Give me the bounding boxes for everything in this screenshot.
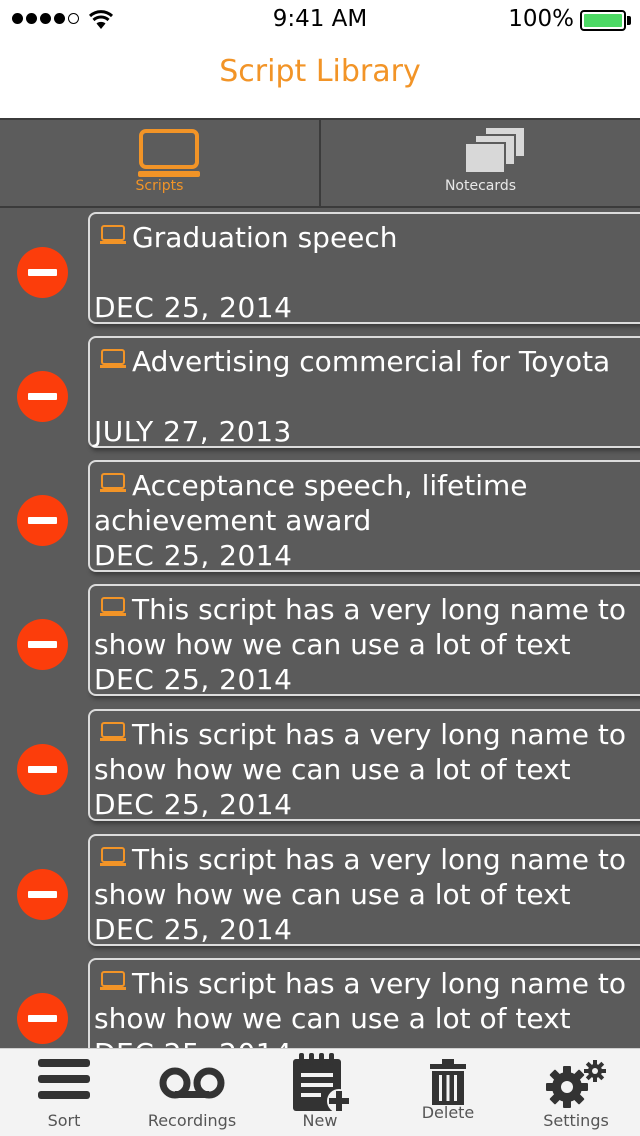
- script-date: DEC 25, 2014: [94, 1038, 292, 1049]
- laptop-icon: [100, 590, 126, 616]
- page-title: Script Library: [219, 54, 421, 89]
- script-date: JULY 27, 2013: [94, 415, 292, 448]
- script-title: This script has a very long name to show…: [94, 715, 636, 787]
- script-title: Graduation speech: [94, 218, 636, 255]
- script-card[interactable]: Acceptance speech, lifetime achievement …: [88, 460, 640, 572]
- notecards-icon: [464, 126, 526, 174]
- laptop-icon: [100, 218, 126, 244]
- laptop-icon: [138, 129, 200, 177]
- script-date: DEC 25, 2014: [94, 663, 293, 696]
- laptop-icon: [100, 715, 126, 741]
- battery-percent: 100%: [508, 6, 574, 32]
- sort-label: Sort: [47, 1111, 81, 1130]
- segmented-tabs: Scripts Notecards: [0, 118, 640, 208]
- recordings-icon: [159, 1067, 225, 1099]
- script-list: Graduation speech DEC 25, 2014 Advertisi…: [0, 208, 640, 1048]
- list-item[interactable]: Graduation speech DEC 25, 2014: [0, 212, 640, 330]
- delete-button[interactable]: [17, 993, 68, 1044]
- script-card[interactable]: This script has a very long name to show…: [88, 709, 640, 821]
- recordings-button[interactable]: Recordings: [128, 1049, 256, 1136]
- script-date: DEC 25, 2014: [94, 539, 293, 572]
- script-card[interactable]: This script has a very long name to show…: [88, 584, 640, 696]
- sort-button[interactable]: Sort: [0, 1049, 128, 1136]
- settings-label: Settings: [543, 1111, 609, 1130]
- laptop-icon: [100, 342, 126, 368]
- script-title: Advertising commercial for Toyota: [94, 342, 636, 379]
- script-title: This script has a very long name to show…: [94, 964, 636, 1036]
- tab-notecards[interactable]: Notecards: [319, 120, 640, 206]
- delete-label: Delete: [421, 1103, 475, 1122]
- script-card[interactable]: This script has a very long name to show…: [88, 834, 640, 946]
- script-date: DEC 25, 2014: [94, 913, 293, 946]
- script-card[interactable]: Graduation speech DEC 25, 2014: [88, 212, 640, 324]
- trash-icon: [430, 1059, 466, 1105]
- script-card[interactable]: This script has a very long name to show…: [88, 958, 640, 1048]
- script-title: This script has a very long name to show…: [94, 590, 636, 662]
- list-item[interactable]: Advertising commercial for Toyota JULY 2…: [0, 336, 640, 454]
- tab-scripts[interactable]: Scripts: [0, 120, 319, 206]
- delete-button[interactable]: [17, 247, 68, 298]
- bottom-toolbar: Sort Recordings New Delete Settings: [0, 1048, 640, 1136]
- new-label: New: [302, 1111, 338, 1130]
- laptop-icon: [100, 466, 126, 492]
- script-title: This script has a very long name to show…: [94, 840, 636, 912]
- script-title: Acceptance speech, lifetime achievement …: [94, 466, 636, 538]
- script-date: DEC 25, 2014: [94, 788, 293, 821]
- list-item[interactable]: Acceptance speech, lifetime achievement …: [0, 460, 640, 578]
- delete-toolbar-button[interactable]: Delete: [384, 1049, 512, 1136]
- battery-icon: [580, 10, 626, 31]
- top-bar: 9:41 AM 100% Script Library: [0, 0, 640, 118]
- list-item[interactable]: This script has a very long name to show…: [0, 834, 640, 952]
- delete-button[interactable]: [17, 619, 68, 670]
- status-bar: 9:41 AM 100%: [0, 0, 640, 40]
- laptop-icon: [100, 840, 126, 866]
- list-item[interactable]: This script has a very long name to show…: [0, 709, 640, 827]
- battery-tip: [627, 16, 631, 25]
- delete-button[interactable]: [17, 869, 68, 920]
- tab-scripts-label: Scripts: [135, 178, 184, 194]
- script-card[interactable]: Advertising commercial for Toyota JULY 2…: [88, 336, 640, 448]
- new-script-icon: [293, 1053, 351, 1113]
- settings-button[interactable]: Settings: [512, 1049, 640, 1136]
- list-item[interactable]: This script has a very long name to show…: [0, 584, 640, 702]
- list-item[interactable]: This script has a very long name to show…: [0, 958, 640, 1048]
- sort-icon: [38, 1059, 90, 1099]
- gear-icon: [546, 1060, 606, 1108]
- new-button[interactable]: New: [256, 1049, 384, 1136]
- tab-notecards-label: Notecards: [444, 178, 517, 194]
- laptop-icon: [100, 964, 126, 990]
- script-date: DEC 25, 2014: [94, 291, 293, 324]
- delete-button[interactable]: [17, 495, 68, 546]
- recordings-label: Recordings: [147, 1111, 237, 1130]
- delete-button[interactable]: [17, 371, 68, 422]
- delete-button[interactable]: [17, 744, 68, 795]
